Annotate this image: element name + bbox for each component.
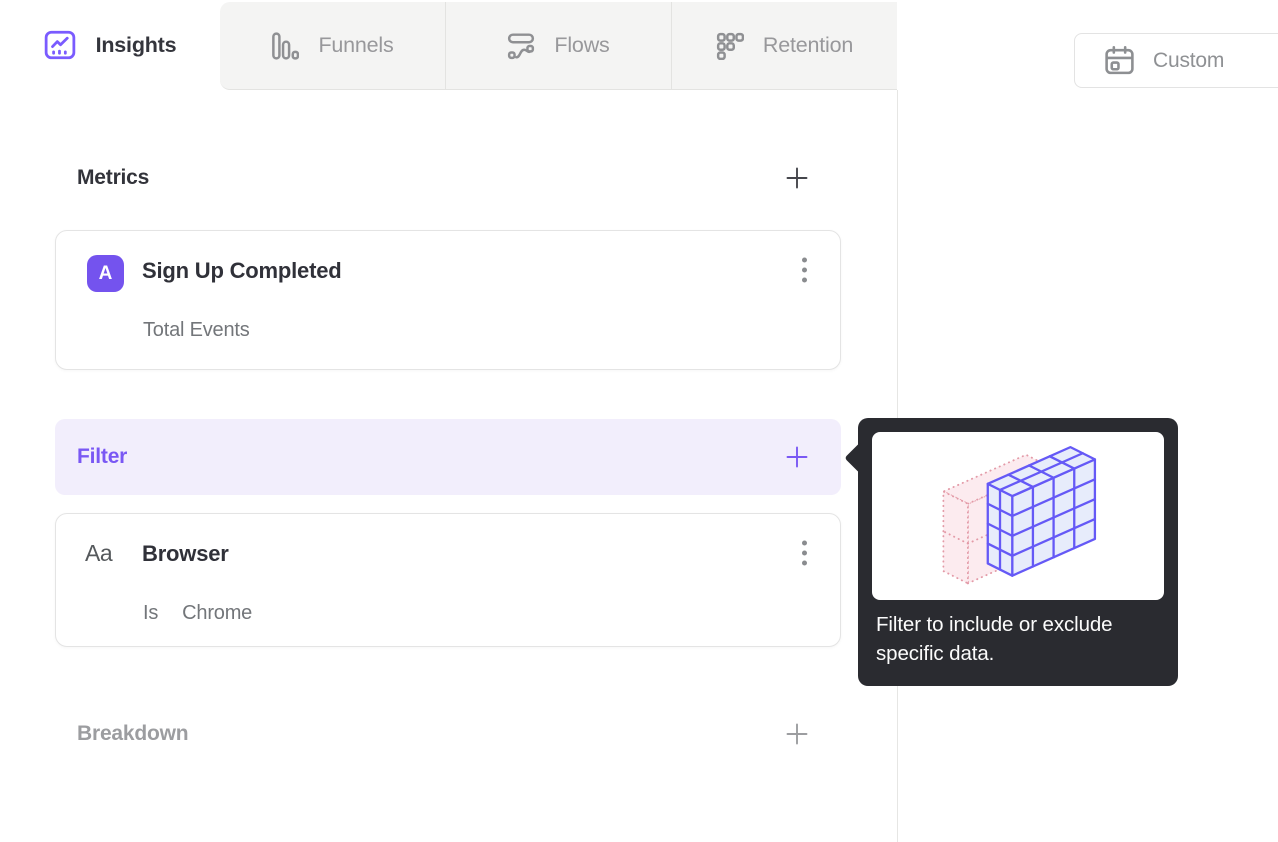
metric-card[interactable]: A Sign Up Completed Total Events (55, 230, 841, 370)
metrics-section-header: Metrics (55, 150, 841, 206)
insights-report-builder: Funnels Flows Retention Insights Custom … (0, 0, 1278, 842)
metric-aggregation[interactable]: Total Events (143, 319, 250, 342)
metric-event-name[interactable]: Sign Up Completed (142, 258, 342, 284)
retention-grid-icon (716, 32, 744, 60)
tooltip-illustration-card (872, 432, 1164, 600)
filter-card[interactable]: Aa Browser Is Chrome (55, 513, 841, 647)
string-property-icon: Aa (85, 540, 113, 566)
tab-label: Insights (95, 32, 177, 57)
metric-kebab-menu[interactable] (799, 254, 810, 298)
date-range-button[interactable]: Custom (1074, 33, 1278, 88)
add-breakdown-button[interactable] (785, 722, 809, 746)
query-builder-panel: Metrics A Sign Up Completed Total Events… (55, 90, 841, 842)
tab-label: Funnels (318, 33, 394, 57)
filter-clause: Is Chrome (143, 602, 252, 625)
filter-property-name[interactable]: Browser (142, 541, 229, 567)
metrics-heading: Metrics (77, 166, 150, 189)
calendar-icon (1103, 44, 1136, 77)
tab-label: Retention (762, 33, 854, 57)
breakdown-heading: Breakdown (77, 722, 189, 745)
flows-wave-icon (507, 32, 535, 60)
add-filter-button[interactable] (785, 445, 809, 469)
tab-flows[interactable]: Flows (445, 2, 671, 89)
metric-series-badge: A (87, 255, 124, 292)
insights-chart-icon (44, 30, 76, 60)
tab-label: Flows (554, 33, 610, 57)
date-range-label: Custom (1153, 48, 1225, 72)
tab-insights[interactable]: Insights (0, 0, 220, 90)
filter-operator[interactable]: Is (143, 602, 158, 625)
report-type-tabs: Funnels Flows Retention (220, 2, 897, 90)
tab-retention[interactable]: Retention (671, 2, 897, 89)
filter-cube-illustration (942, 445, 1097, 585)
tooltip-text: Filter to include or exclude specific da… (876, 613, 1113, 665)
tab-funnels[interactable]: Funnels (220, 2, 445, 89)
tooltip-arrow (844, 442, 876, 474)
filter-heading: Filter (77, 445, 128, 468)
filter-tooltip: Filter to include or exclude specific da… (844, 418, 1178, 686)
filter-section-header[interactable]: Filter (55, 419, 841, 495)
add-metric-button[interactable] (785, 166, 809, 190)
filter-kebab-menu[interactable] (799, 537, 810, 581)
funnels-bars-icon (271, 31, 300, 60)
filter-value[interactable]: Chrome (182, 602, 252, 625)
breakdown-section-header: Breakdown (55, 706, 841, 762)
